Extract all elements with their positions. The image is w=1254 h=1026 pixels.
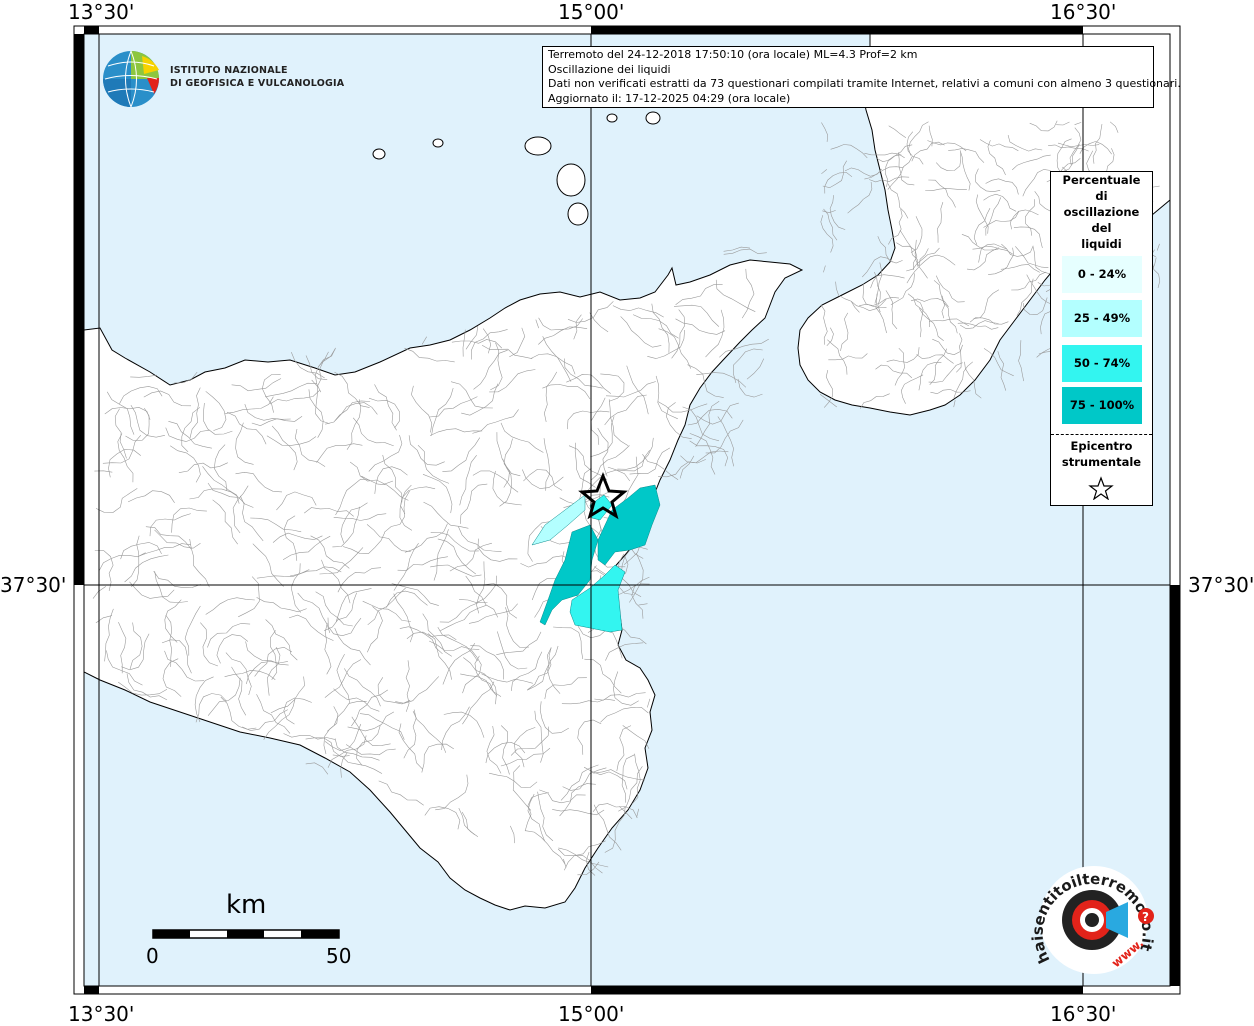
legend: Percentuale di oscillazione del liquidi … xyxy=(1050,171,1153,506)
updated-line: Aggiornato il: 17-12-2025 04:29 (ora loc… xyxy=(548,92,1148,107)
legend-swatch-50-74: 50 - 74% xyxy=(1062,345,1142,382)
coord-top-1330: 13°30' xyxy=(68,0,134,24)
legend-epicentre-label: Epicentro strumentale xyxy=(1051,438,1152,470)
haisentito-logo: haisentitoilterremoto.it ? www. xyxy=(1028,860,1160,980)
legend-swatch-75-100: 75 - 100% xyxy=(1062,387,1142,424)
legend-epicentre-line-2: strumentale xyxy=(1051,454,1152,470)
island-salina xyxy=(525,137,551,155)
logo-line-1: ISTITUTO NAZIONALE xyxy=(170,64,344,77)
scale-unit: km xyxy=(226,890,266,920)
island-lipari xyxy=(557,164,585,196)
star-icon xyxy=(1087,476,1115,500)
island-filicudi xyxy=(433,139,443,147)
scale-end: 50 xyxy=(326,944,351,968)
coord-right-3730: 37°30' xyxy=(1188,573,1254,597)
scale-start: 0 xyxy=(146,944,159,968)
event-info-box: Terremoto del 24-12-2018 17:50:10 (ora l… xyxy=(542,46,1154,108)
event-line: Terremoto del 24-12-2018 17:50:10 (ora l… xyxy=(548,48,1148,63)
island-stromboli xyxy=(646,112,660,124)
island-panarea xyxy=(607,114,617,122)
coord-left-3730: 37°30' xyxy=(0,573,66,597)
data-note-line: Dati non verificati estratti da 73 quest… xyxy=(548,77,1148,92)
question-mark: ? xyxy=(1142,910,1149,924)
legend-title-line-1: Percentuale xyxy=(1051,172,1152,188)
coord-top-1630: 16°30' xyxy=(1050,0,1116,24)
legend-swatch-0-24: 0 - 24% xyxy=(1062,256,1142,293)
coord-bottom-1500: 15°00' xyxy=(558,1002,624,1026)
legend-title-line-4: del xyxy=(1051,220,1152,236)
coord-top-1500: 15°00' xyxy=(558,0,624,24)
island-vulcano xyxy=(568,203,588,225)
logo-line-2: DI GEOFISICA E VULCANOLOGIA xyxy=(170,77,344,90)
coord-bottom-1330: 13°30' xyxy=(68,1002,134,1026)
legend-epicentre-line-1: Epicentro xyxy=(1051,438,1152,454)
legend-title-line-2: di xyxy=(1051,188,1152,204)
legend-title-line-3: oscillazione xyxy=(1051,204,1152,220)
legend-swatch-25-49: 25 - 49% xyxy=(1062,300,1142,337)
legend-title: Percentuale di oscillazione del liquidi xyxy=(1051,172,1152,252)
coord-bottom-1630: 16°30' xyxy=(1050,1002,1116,1026)
island-alicudi xyxy=(373,149,385,159)
map-type-line: Oscillazione dei liquidi xyxy=(548,63,1148,78)
legend-separator xyxy=(1051,434,1152,435)
scale-bar xyxy=(150,926,346,942)
logo-text: ISTITUTO NAZIONALE DI GEOFISICA E VULCAN… xyxy=(170,64,344,90)
legend-title-line-5: liquidi xyxy=(1051,236,1152,252)
